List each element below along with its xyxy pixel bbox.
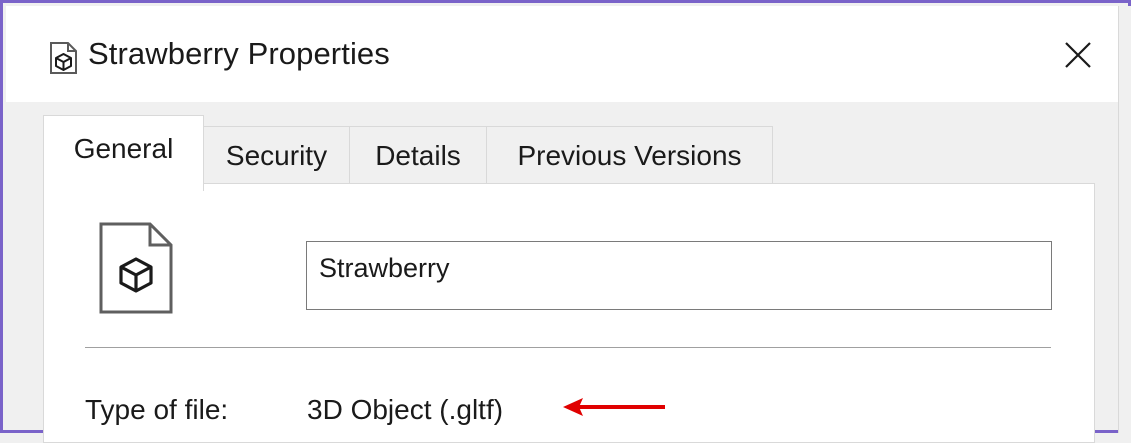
tab-security-label: Security <box>225 140 328 171</box>
tab-security[interactable]: Security <box>203 126 350 184</box>
red-arrow-annotation <box>563 398 665 416</box>
title-bar: Strawberry Properties <box>6 6 1118 102</box>
tab-previous-versions[interactable]: Previous Versions <box>486 126 773 184</box>
window-right-edge <box>1118 6 1131 433</box>
properties-dialog: Strawberry Properties Security Details P… <box>0 0 1131 443</box>
tab-details[interactable]: Details <box>349 126 487 184</box>
section-divider <box>85 347 1051 348</box>
close-icon[interactable] <box>1056 34 1100 78</box>
window-title: Strawberry Properties <box>88 36 390 71</box>
tab-details-label: Details <box>375 140 461 171</box>
tab-previous-versions-label: Previous Versions <box>517 140 742 171</box>
3d-object-file-icon <box>99 222 173 314</box>
type-of-file-label: Type of file: <box>85 394 229 425</box>
tab-general-label: General <box>73 133 174 164</box>
tab-general[interactable]: General <box>43 115 204 191</box>
type-of-file-value: 3D Object (.gltf) <box>307 394 504 425</box>
file-name-input[interactable] <box>306 241 1052 310</box>
3d-object-icon <box>50 42 77 74</box>
